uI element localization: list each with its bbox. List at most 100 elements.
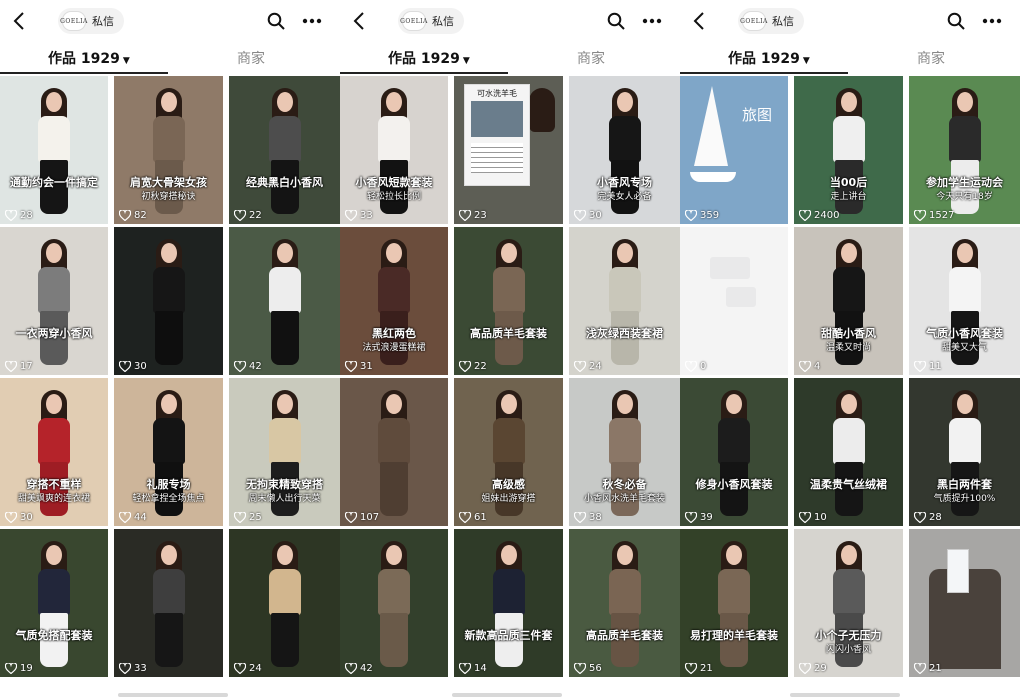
video-thumbnail[interactable]: 一衣两穿小香风 17: [0, 227, 108, 375]
more-icon[interactable]: [298, 9, 326, 33]
video-thumbnail[interactable]: 新款高品质三件套 14: [454, 529, 563, 677]
top-bar: GOELIA 私信: [340, 0, 680, 42]
video-thumbnail[interactable]: 穿搭不重样 甜美飒爽的连衣裙 30: [0, 378, 108, 526]
chat-label: 私信: [92, 15, 114, 28]
caret-down-icon: ▼: [122, 56, 130, 66]
video-thumbnail[interactable]: 浅灰绿西装套裙 24: [569, 227, 680, 375]
model-face: [46, 545, 62, 565]
video-thumbnail[interactable]: 可水洗羊毛 23: [454, 76, 563, 224]
video-thumbnail[interactable]: 易打理的羊毛套装 21: [680, 529, 788, 677]
video-thumbnail[interactable]: 修身小香风套装 39: [680, 378, 788, 526]
back-icon[interactable]: [688, 8, 710, 34]
model-face: [840, 243, 857, 263]
video-thumbnail[interactable]: 礼服专场 轻松拿捏全场焦点 44: [114, 378, 223, 526]
tab-shop[interactable]: 商家: [237, 48, 265, 68]
video-thumbnail[interactable]: 0: [680, 227, 788, 375]
tab-bar: 作品 1929 ▼ 商家: [340, 42, 680, 74]
tab-works-label: 作品 1929: [728, 51, 800, 67]
heart-icon: [685, 512, 697, 523]
chat-pill[interactable]: GOELIA 私信: [738, 8, 804, 34]
like-count-value: 10: [814, 512, 827, 523]
model-face: [726, 394, 742, 414]
heart-icon: [5, 361, 17, 372]
like-count: 21: [914, 663, 942, 674]
like-count: 11: [914, 361, 942, 372]
top-bar: GOELIA 私信: [680, 0, 1020, 42]
video-thumbnail[interactable]: 无拘束精致穿搭 周末懒人出行天菜 25: [229, 378, 340, 526]
video-thumbnail[interactable]: 高品质羊毛套装 22: [454, 227, 563, 375]
tab-works[interactable]: 作品 1929 ▼: [388, 48, 470, 68]
video-thumbnail[interactable]: 黑红两色 法式浪漫蛋糕裙 31: [340, 227, 448, 375]
video-thumbnail[interactable]: 通勤约会一件搞定 28: [0, 76, 108, 224]
video-thumbnail[interactable]: 甜酷小香风 温柔又时尚 4: [794, 227, 903, 375]
video-thumbnail[interactable]: 高级感 姐妹出游穿搭 61: [454, 378, 563, 526]
model-face: [386, 394, 402, 414]
video-thumbnail[interactable]: 秋冬必备 小香风水洗羊毛套装 38: [569, 378, 680, 526]
like-count-value: 1527: [929, 210, 955, 221]
like-count-value: 61: [474, 512, 487, 523]
more-icon[interactable]: [978, 9, 1006, 33]
video-thumbnail[interactable]: 温柔贵气丝绒裙 10: [794, 378, 903, 526]
heart-icon: [574, 512, 586, 523]
model-top: [152, 418, 185, 464]
tab-works[interactable]: 作品 1929 ▼: [728, 48, 810, 68]
back-icon[interactable]: [348, 8, 370, 34]
sailboat-sail: [694, 86, 728, 166]
video-thumbnail[interactable]: 42: [340, 529, 448, 677]
tab-works[interactable]: 作品 1929 ▼: [48, 48, 130, 68]
thumbnail-caption: 肩宽大骨架女孩: [130, 176, 207, 189]
video-thumbnail[interactable]: 高品质羊毛套装 56: [569, 529, 680, 677]
product-poster: 可水洗羊毛: [464, 84, 530, 186]
back-icon[interactable]: [8, 8, 30, 34]
thumbnail-caption: 黑红两色: [372, 327, 416, 340]
like-count: 25: [234, 512, 262, 523]
video-thumbnail[interactable]: 21: [909, 529, 1020, 677]
model-face: [616, 92, 633, 112]
chat-pill[interactable]: GOELIA 私信: [398, 8, 464, 34]
video-thumbnail[interactable]: 小个子无压力 闪闪小香风 29: [794, 529, 903, 677]
thumbnail-caption: 穿搭不重样: [26, 478, 82, 491]
chat-pill[interactable]: GOELIA 私信: [58, 8, 124, 34]
model-face: [840, 92, 857, 112]
model-top: [152, 569, 185, 615]
like-count: 359: [685, 210, 719, 221]
like-count: 33: [345, 210, 373, 221]
video-thumbnail[interactable]: 气质免搭配套装 19: [0, 529, 108, 677]
video-thumbnail[interactable]: 参加学生运动会 今天只有18岁 1527: [909, 76, 1020, 224]
search-icon[interactable]: [944, 9, 968, 33]
video-thumbnail[interactable]: 33: [114, 529, 223, 677]
like-count-value: 359: [700, 210, 720, 221]
tab-shop[interactable]: 商家: [577, 48, 605, 68]
model-face: [386, 545, 402, 565]
profile-panel: GOELIA 私信作品 1929 ▼ 商家小香风短款套装 轻松拉长比例 33 可水洗羊毛 23…: [340, 0, 680, 700]
heart-icon: [345, 361, 357, 372]
search-icon[interactable]: [264, 9, 288, 33]
video-thumbnail[interactable]: 旅图 359: [680, 76, 788, 224]
video-thumbnail[interactable]: 107: [340, 378, 448, 526]
video-thumbnail[interactable]: 小香风短款套装 轻松拉长比例 33: [340, 76, 448, 224]
search-icon[interactable]: [604, 9, 628, 33]
model-top: [38, 418, 70, 464]
more-icon[interactable]: [638, 9, 666, 33]
model-hair: [528, 88, 555, 132]
video-thumbnail[interactable]: 气质小香风套装 甜美又大气 11: [909, 227, 1020, 375]
heart-icon: [799, 512, 811, 523]
video-thumbnail[interactable]: 黑白两件套 气质提升100% 28: [909, 378, 1020, 526]
thumbnail-subcaption: 轻松拿捏全场焦点: [132, 494, 205, 504]
like-count-value: 30: [134, 361, 147, 372]
like-count-value: 82: [134, 210, 147, 221]
thumbnail-caption: 小个子无压力: [815, 629, 882, 642]
model-top: [152, 116, 185, 162]
thumbnail-subcaption: 今天只有18岁: [936, 192, 993, 202]
video-thumbnail[interactable]: 当00后 走上讲台 2400: [794, 76, 903, 224]
video-thumbnail[interactable]: 经典黑白小香风 22: [229, 76, 340, 224]
video-thumbnail[interactable]: 30: [114, 227, 223, 375]
video-thumbnail[interactable]: 42: [229, 227, 340, 375]
video-thumbnail[interactable]: 肩宽大骨架女孩 初秋穿搭秘诀 82: [114, 76, 223, 224]
like-count: 56: [574, 663, 602, 674]
tab-shop[interactable]: 商家: [917, 48, 945, 68]
like-count: 61: [459, 512, 487, 523]
video-thumbnail[interactable]: 小香风专场 完美女人必备 30: [569, 76, 680, 224]
heart-icon: [685, 210, 697, 221]
video-thumbnail[interactable]: 24: [229, 529, 340, 677]
